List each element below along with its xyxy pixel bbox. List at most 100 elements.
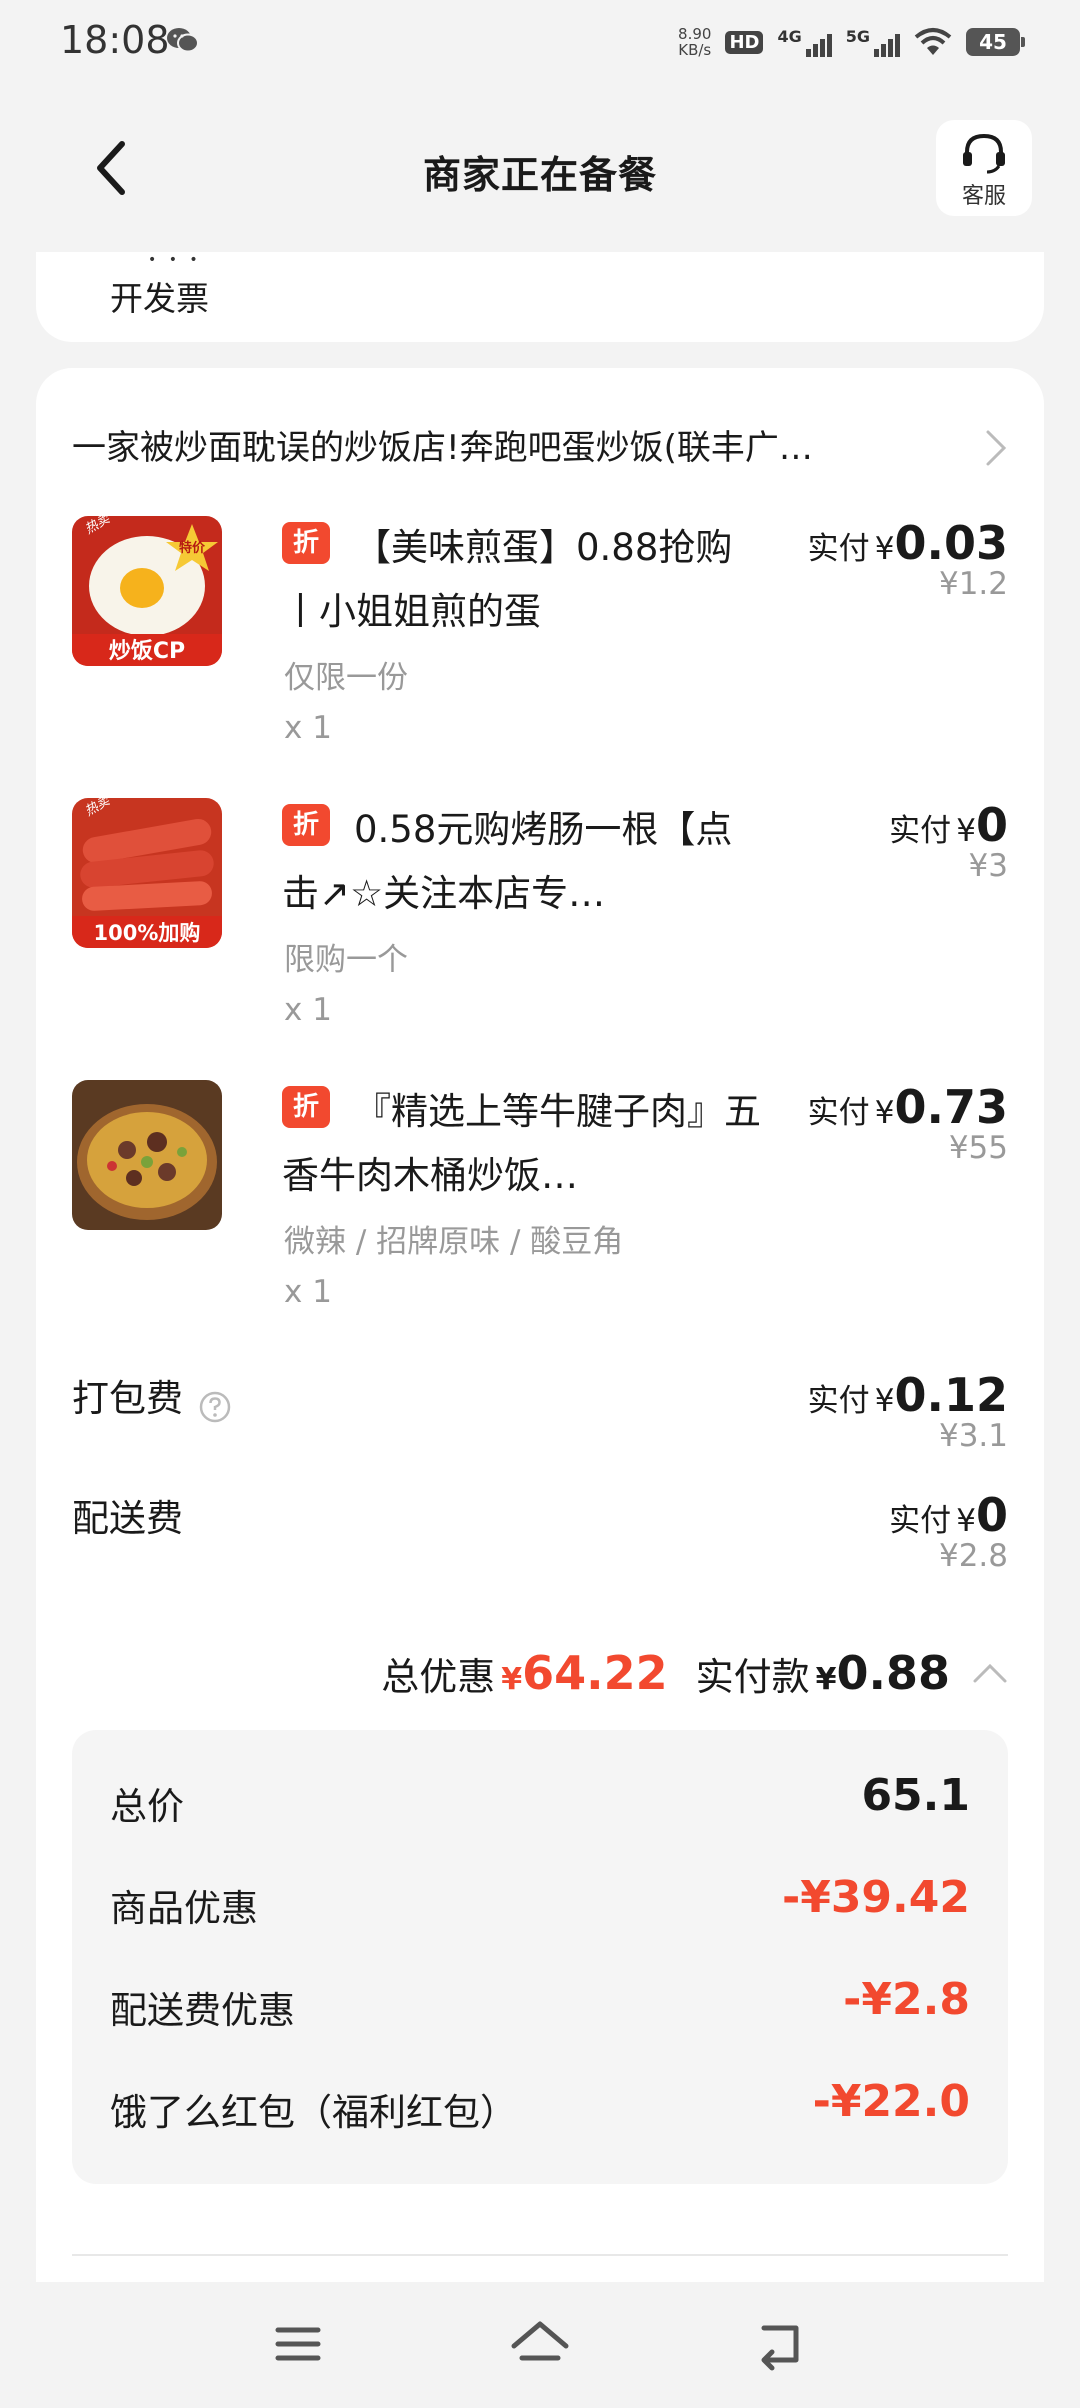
customer-service-label: 客服 xyxy=(961,184,1006,209)
original-price: ¥3 xyxy=(968,848,1008,884)
paid-amount: 0.73 xyxy=(894,1080,1009,1134)
page-title: 商家正在备餐 xyxy=(422,153,657,197)
item-thumb-text: 100%加购 xyxy=(94,921,201,945)
item-spec: 限购一个 xyxy=(284,942,408,978)
original-price: ¥55 xyxy=(948,1130,1008,1166)
order-item[interactable]: 特价 热卖 炒饭CP 【美味煎蛋】0.88抢购丨小姐姐煎的蛋 折 仅限一份 x … xyxy=(72,516,1008,756)
order-card: 一家被炒面耽误的炒饭店!奔跑吧蛋炒饭(联丰广… 特价 热卖 炒饭CP 【美味煎蛋… xyxy=(36,368,1044,2288)
chevron-right-icon xyxy=(986,430,1007,466)
signal-4g-icon: 4G xyxy=(777,27,832,57)
breakdown-label: 商品优惠 xyxy=(110,1887,258,1930)
order-summary-toggle[interactable]: 总优惠 ¥64.22 实付款 ¥0.88 xyxy=(381,1638,1008,1708)
signal-5g-label: 5G xyxy=(845,27,870,46)
shop-name: 一家被炒面耽误的炒饭店!奔跑吧蛋炒饭(联丰广… xyxy=(72,428,813,468)
shop-link[interactable]: 一家被炒面耽误的炒饭店!奔跑吧蛋炒饭(联丰广… xyxy=(72,420,1012,480)
paid-label: 实付 xyxy=(807,531,870,567)
breakdown-label: 饿了么红包（福利红包） xyxy=(110,2091,517,2134)
original-price: ¥1.2 xyxy=(938,566,1008,602)
paid-amount: 0 xyxy=(975,798,1008,852)
breakdown-label: 配送费优惠 xyxy=(110,1989,295,2032)
status-indicators: 8.90 KB/s HD 4G 5G 45 xyxy=(678,20,1025,64)
breakdown-label: 总价 xyxy=(110,1785,184,1828)
currency-symbol: ¥ xyxy=(874,1095,895,1131)
item-price: 实付 ¥0.03 ¥1.2 xyxy=(808,516,1008,602)
menu-icon[interactable] xyxy=(266,2312,330,2376)
paid-amount: 0.03 xyxy=(894,516,1009,570)
item-quantity: x 1 xyxy=(284,710,332,746)
total-discount-value: 64.22 xyxy=(522,1646,668,1700)
currency-symbol: ¥ xyxy=(874,1383,895,1419)
delivery-fee-row: 配送费 实付 ¥0 ¥2.8 xyxy=(72,1488,1008,1598)
status-time: 18:08 xyxy=(60,18,170,62)
network-speed: 8.90 KB/s xyxy=(678,26,711,58)
item-title: 【美味煎蛋】0.88抢购丨小姐姐煎的蛋 xyxy=(282,526,733,633)
delivery-fee-label: 配送费 xyxy=(72,1497,183,1540)
item-thumbnail xyxy=(72,1080,222,1230)
chevron-up-icon xyxy=(973,1663,1007,1683)
price-breakdown: 总价 65.1 商品优惠 -¥39.42 配送费优惠 -¥2.8 饿了么红包（福… xyxy=(72,1730,1008,2184)
hd-voice-icon: HD xyxy=(725,30,764,54)
item-title: 0.58元购烤肠一根【点击↗☆关注本店专… xyxy=(282,808,733,915)
paid-label: 实付 xyxy=(889,813,952,849)
status-bar: 18:08 8.90 KB/s HD 4G 5G 45 xyxy=(0,0,1080,84)
total-paid-label: 实付款 xyxy=(695,1654,810,1699)
item-quantity: x 1 xyxy=(284,992,332,1028)
signal-4g-label: 4G xyxy=(777,27,802,46)
breakdown-row-total: 总价 65.1 xyxy=(110,1764,970,1844)
discount-badge: 折 xyxy=(282,804,330,846)
item-price: 实付 ¥0 ¥3 xyxy=(889,798,1008,884)
total-paid-value: 0.88 xyxy=(836,1646,951,1700)
item-thumb-tag: 特价 xyxy=(179,540,206,556)
packaging-fee-row: 打包费 实付 ¥0.12 ¥3.1 xyxy=(72,1368,1008,1478)
item-spec: 微辣 / 招牌原味 / 酸豆角 xyxy=(284,1224,624,1260)
customer-service-button[interactable]: 客服 xyxy=(936,120,1032,216)
back-nav-icon[interactable] xyxy=(748,2312,812,2376)
discount-badge: 折 xyxy=(282,522,330,564)
delivery-fee-price: 实付 ¥0 ¥2.8 xyxy=(889,1488,1008,1574)
item-spec: 仅限一份 xyxy=(284,660,408,696)
currency-symbol: ¥ xyxy=(956,1503,976,1539)
network-speed-value: 8.90 xyxy=(678,25,712,43)
original-price: ¥2.8 xyxy=(938,1538,1008,1574)
item-thumb-text: 炒饭CP xyxy=(109,638,185,664)
wechat-notification-icon xyxy=(167,28,199,53)
home-icon[interactable] xyxy=(508,2312,572,2376)
paid-amount: 0 xyxy=(975,1488,1008,1542)
breakdown-row-delivery-discount: 配送费优惠 -¥2.8 xyxy=(110,1968,970,2048)
item-thumbnail: 热卖 100%加购 xyxy=(72,798,222,948)
order-item[interactable]: 『精选上等牛腱子肉』五香牛肉木桶炒饭… 折 微辣 / 招牌原味 / 酸豆角 x … xyxy=(72,1080,1008,1320)
packaging-fee-label: 打包费 xyxy=(72,1377,183,1420)
discount-badge: 折 xyxy=(282,1086,330,1128)
currency-symbol: ¥ xyxy=(874,531,895,567)
currency-symbol: ¥ xyxy=(815,1662,837,1697)
paid-label: 实付 xyxy=(807,1095,870,1131)
breakdown-value: -¥39.42 xyxy=(781,1872,970,1923)
paid-label: 实付 xyxy=(889,1503,952,1539)
total-paid-amount: ¥0.88 xyxy=(816,1646,950,1700)
currency-symbol: ¥ xyxy=(956,813,976,849)
packaging-fee-price: 实付 ¥0.12 ¥3.1 xyxy=(808,1368,1008,1454)
help-icon[interactable] xyxy=(198,1390,232,1424)
paid-amount: 0.12 xyxy=(894,1368,1009,1422)
network-speed-unit: KB/s xyxy=(678,41,712,59)
page-header: 商家正在备餐 客服 xyxy=(0,110,1080,230)
signal-5g-icon: 5G xyxy=(846,27,900,57)
order-item[interactable]: 热卖 100%加购 0.58元购烤肠一根【点击↗☆关注本店专… 折 限购一个 x… xyxy=(72,798,1008,1038)
headset-icon xyxy=(963,133,1005,174)
breakdown-value: -¥22.0 xyxy=(812,2076,970,2127)
breakdown-row-item-discount: 商品优惠 -¥39.42 xyxy=(110,1866,970,1946)
total-discount-label: 总优惠 xyxy=(381,1654,496,1699)
wifi-icon xyxy=(914,28,952,55)
invoice-card: • • • 开发票 xyxy=(36,252,1044,342)
original-price: ¥3.1 xyxy=(938,1418,1008,1454)
total-discount-amount: ¥64.22 xyxy=(501,1646,667,1700)
breakdown-value: -¥2.8 xyxy=(843,1974,970,2025)
invoice-icon-fragment: • • • xyxy=(148,252,202,268)
paid-label: 实付 xyxy=(807,1383,870,1419)
item-title: 『精选上等牛腱子肉』五香牛肉木桶炒饭… xyxy=(282,1090,761,1197)
battery-icon: 45 xyxy=(966,28,1025,56)
breakdown-row-red-packet: 饿了么红包（福利红包） -¥22.0 xyxy=(110,2070,970,2150)
system-navigation-bar xyxy=(0,2282,1080,2408)
invoice-button[interactable]: 开发票 xyxy=(110,272,209,320)
item-price: 实付 ¥0.73 ¥55 xyxy=(808,1080,1008,1166)
